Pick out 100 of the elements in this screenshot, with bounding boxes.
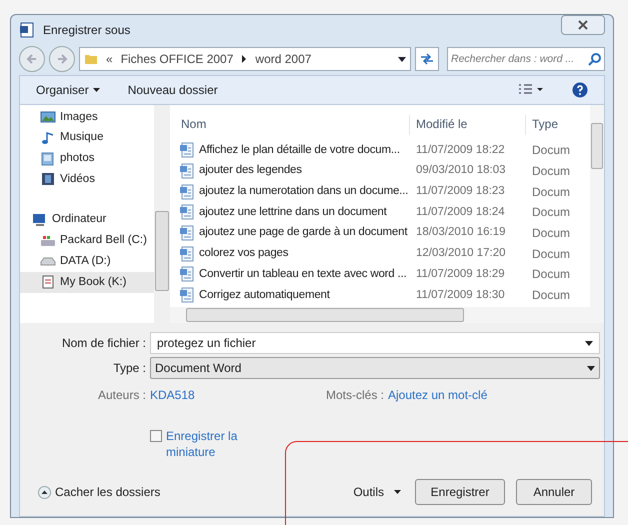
nav-item[interactable]: Musique [20, 128, 154, 148]
vertical-scrollbar[interactable] [154, 105, 170, 323]
left-arrow-icon [26, 53, 38, 65]
caret-icon [394, 490, 401, 494]
new-folder-button[interactable]: Nouveau dossier [128, 81, 218, 99]
film-icon [40, 172, 56, 186]
scrollbar-thumb[interactable] [186, 308, 464, 322]
document-icon [179, 287, 195, 304]
file-name: ajoutez une page de garde à un document [199, 225, 408, 240]
file-name: colorez vos pages [199, 246, 288, 262]
close-icon [577, 20, 589, 30]
refresh-arrows-icon [420, 53, 434, 65]
music-note-icon [40, 131, 56, 146]
document-icon [179, 246, 195, 262]
vertical-scrollbar[interactable] [590, 105, 604, 307]
nav-item[interactable]: DATA (D:) [20, 251, 154, 272]
breadcrumb[interactable]: « [106, 50, 113, 68]
document-icon [179, 204, 195, 220]
column-header[interactable]: Type [526, 115, 590, 135]
breadcrumb[interactable]: Fiches OFFICE 2007 [120, 50, 234, 68]
word-app-icon [19, 22, 35, 38]
nav-item[interactable]: My Book (K:) [20, 272, 154, 292]
nav-item[interactable]: Packard Bell (C:) [20, 230, 154, 252]
chevron-right-icon [241, 55, 248, 63]
scrollbar-thumb[interactable] [155, 211, 169, 291]
field-label: Mots-clés : [326, 387, 386, 404]
document-icon [179, 266, 195, 282]
help-icon [572, 82, 588, 98]
type-dropdown[interactable]: Document Word [150, 357, 600, 379]
nav-item[interactable]: Ordinateur [20, 210, 154, 230]
field-label: Nom de fichier : [60, 335, 147, 352]
folder-icon [84, 52, 98, 66]
nav-item[interactable]: photos [20, 148, 154, 170]
save-button[interactable]: Enregistrer [415, 479, 505, 505]
file-type: Docum [531, 142, 572, 160]
modified-date: 12/03/2010 17:20 [415, 246, 507, 262]
authors-link[interactable]: KDA518 [150, 386, 326, 404]
modified-date: 11/07/2009 18:24 [415, 204, 506, 220]
file-name: Corrigez automatiquement [199, 288, 330, 303]
file-name: ajouter des legendes [199, 163, 302, 178]
file-name: Convertir un tableau en texte avec word ... [199, 266, 406, 282]
modified-date: 11/07/2009 18:30 [415, 288, 506, 303]
dropdown-caret-icon [587, 366, 595, 370]
refresh-button[interactable] [415, 47, 439, 71]
modified-date: 11/07/2009 18:29 [415, 266, 506, 282]
file-name: ajoutez la numerotation dans un docume... [199, 184, 408, 200]
checkbox[interactable] [150, 430, 162, 442]
file-type: Docum [531, 266, 572, 284]
back-button[interactable] [19, 46, 45, 72]
address-bar[interactable]: « Fiches OFFICE 2007 word 2007 [79, 47, 411, 71]
document-icon [179, 142, 195, 158]
file-type: Docum [531, 184, 572, 201]
cancel-button[interactable]: Annuler [516, 479, 592, 505]
column-header[interactable]: Nom [170, 115, 410, 135]
file-row[interactable]: Convertir un tableau en texte avec word ... 11/07/2009 18:29 Docum [170, 264, 590, 285]
modified-date: 18/03/2010 16:19 [415, 225, 507, 240]
modified-date: 09/03/2010 18:03 [415, 163, 507, 178]
modified-date: 11/07/2009 18:23 [415, 184, 506, 200]
file-type: Docum [531, 204, 572, 222]
breadcrumb[interactable]: word 2007 [255, 50, 312, 68]
search-field[interactable]: Rechercher dans : word ... [447, 47, 605, 71]
document-icon [179, 225, 195, 242]
view-list-icon [518, 84, 544, 96]
file-type: Docum [531, 287, 572, 304]
file-type: Docum [531, 246, 572, 263]
tools-menu[interactable]: Outils [353, 483, 401, 501]
modified-date: 11/07/2009 18:22 [415, 142, 506, 158]
pictures-icon [40, 110, 56, 124]
file-name: Affichez le plan détaille de votre docum... [199, 142, 400, 158]
forward-button[interactable] [49, 46, 75, 72]
keywords-link[interactable]: Ajoutez un mot-clé [388, 386, 488, 404]
file-row[interactable]: ajoutez une lettrine dans un document 11/07/2009 18:24 Docum [170, 202, 590, 223]
file-type: Docum [531, 225, 572, 242]
nav-item[interactable]: Images [20, 107, 154, 128]
filename-field[interactable]: protegez un fichier [150, 332, 600, 354]
organize-menu[interactable]: Organiser [36, 81, 100, 99]
computer-icon [32, 213, 48, 228]
file-row[interactable]: Corrigez automatiquement 11/07/2009 18:30 Docum [170, 284, 590, 306]
hide-folders-button[interactable]: Cacher les dossiers [24, 483, 160, 501]
window-title: Enregistrer sous [43, 22, 130, 39]
field-label: Auteurs : [96, 387, 147, 404]
file-name: ajoutez une lettrine dans un document [199, 204, 387, 220]
dropdown-caret-icon [585, 341, 593, 346]
right-arrow-icon [56, 53, 68, 65]
nav-item[interactable]: Vidéos [20, 169, 154, 190]
file-row[interactable]: ajoutez une page de garde à un document 18/03/2010 16:19 Docum [170, 222, 590, 244]
collapse-icon [38, 486, 51, 498]
file-type: Docum [531, 163, 572, 180]
drive-icon [40, 234, 56, 248]
scrollbar-thumb[interactable] [591, 123, 603, 169]
file-row[interactable]: ajoutez la numerotation dans un docume... 11/07/2009 18:23 Docum [170, 181, 590, 202]
file-row[interactable]: colorez vos pages 12/03/2010 17:20 Docum [170, 243, 590, 264]
field-label: Type : [112, 360, 147, 377]
horizontal-scrollbar[interactable] [170, 307, 604, 323]
file-row[interactable]: ajouter des legendes 09/03/2010 18:03 Docum [170, 160, 590, 182]
file-row[interactable]: Affichez le plan détaille de votre docum... 11/07/2009 18:22 Docum [170, 140, 590, 161]
document-icon [179, 163, 195, 180]
close-button[interactable] [561, 15, 605, 35]
checkbox-label[interactable]: Enregistrer la miniature [162, 428, 242, 460]
column-header[interactable]: Modifié le [410, 115, 526, 135]
